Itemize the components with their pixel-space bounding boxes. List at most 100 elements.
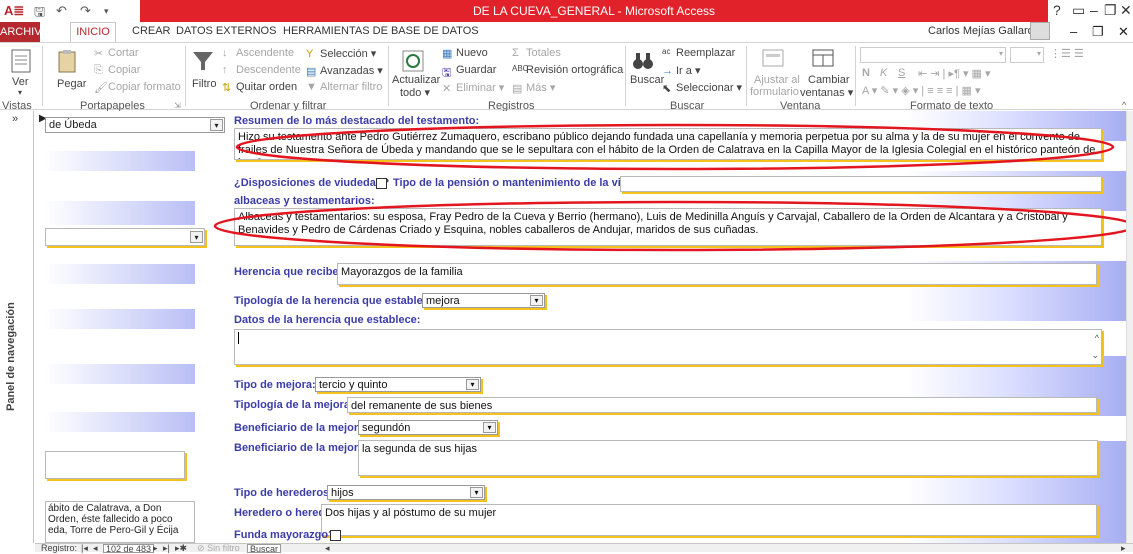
- eliminar-button[interactable]: ✕ Eliminar ▾: [442, 81, 504, 95]
- alternar-filtro-label: Alternar filtro: [320, 81, 383, 93]
- ventanas-label: ventanas ▾: [800, 87, 854, 99]
- tab-herramientas[interactable]: HERRAMIENTAS DE BASE DE DATOS: [283, 25, 479, 37]
- mas-button[interactable]: ▤ Más ▾: [512, 81, 555, 95]
- restore-down-icon[interactable]: –: [1070, 24, 1077, 39]
- underline-button[interactable]: S: [898, 67, 905, 79]
- sort-asc-icon: ↓: [222, 47, 228, 60]
- spelling-icon: ABC: [512, 64, 529, 74]
- cortar-label: Cortar: [108, 47, 139, 59]
- avanzadas-label: Avanzadas: [320, 65, 375, 77]
- filter-icon[interactable]: [190, 48, 216, 74]
- filtro-button[interactable]: Filtro: [192, 78, 216, 90]
- advanced-filter-icon: ▤: [306, 66, 317, 79]
- user-name[interactable]: Carlos Mejías Gallardo: [928, 25, 1040, 37]
- tab-crear[interactable]: CREAR: [132, 25, 171, 37]
- navigation-pane[interactable]: » Panel de navegación: [0, 111, 34, 543]
- italic-button[interactable]: K: [880, 67, 887, 79]
- redo-icon[interactable]: ↷: [80, 3, 91, 19]
- reemplazar-button[interactable]: ac Reemplazar: [662, 47, 735, 59]
- nuevo-button[interactable]: ▦ Nuevo: [442, 47, 488, 61]
- fit-form-icon[interactable]: [760, 46, 786, 72]
- record-navigation-bar: Registro: |◂ ◂ 102 de 483 ▸ ▸| ▸✱ ⊘ Sin …: [35, 543, 1133, 554]
- quitar-orden-label: Quitar orden: [236, 81, 298, 93]
- sum-icon: Σ: [512, 47, 519, 60]
- separator: [185, 46, 186, 106]
- navigation-pane-label: Panel de navegación: [5, 302, 17, 411]
- view-icon[interactable]: [8, 48, 34, 74]
- binoculars-icon[interactable]: [630, 48, 656, 74]
- font-color-icons[interactable]: A ▾ ✎ ▾ ◈ ▾ | ≡ ≡ ≡ | ▦ ▾: [862, 84, 981, 97]
- expand-nav-icon[interactable]: »: [12, 113, 18, 125]
- goto-icon: →: [662, 65, 673, 78]
- reemplazar-label: Reemplazar: [676, 47, 736, 59]
- switch-windows-icon[interactable]: [810, 46, 836, 72]
- revision-button[interactable]: ABCRevisión ortográfica: [512, 64, 623, 76]
- bold-button[interactable]: N: [862, 67, 870, 79]
- undo-icon[interactable]: ↶: [56, 3, 67, 19]
- close-button[interactable]: ✕: [1120, 2, 1132, 19]
- formulario-label: formulario: [750, 86, 799, 98]
- ajustar-button[interactable]: Ajustar al: [754, 74, 800, 86]
- minimize-button[interactable]: –: [1090, 2, 1098, 18]
- access-logo-icon: A≣: [4, 3, 25, 18]
- separator: [388, 46, 389, 106]
- copiar-formato-button[interactable]: 🖌Copiar formato: [94, 81, 181, 94]
- refresh-icon[interactable]: [400, 48, 426, 74]
- ir-a-label: Ir a: [676, 65, 692, 77]
- list-bullets-icon[interactable]: ⋮☰ ☰: [1050, 47, 1084, 60]
- separator: [625, 46, 626, 106]
- cambiar-button[interactable]: Cambiar: [808, 74, 850, 86]
- save-record-icon: 🖫: [442, 67, 452, 80]
- window-title: DE LA CUEVA_GENERAL - Microsoft Access: [140, 0, 1048, 22]
- collapse-ribbon-icon[interactable]: ^: [1122, 100, 1126, 110]
- toggle-filter-icon: ▼: [306, 81, 317, 94]
- select-icon: ⬉: [662, 83, 672, 96]
- ir-a-button[interactable]: → Ir a ▾: [662, 64, 700, 77]
- ribbon-display-icon[interactable]: ▭: [1072, 2, 1085, 19]
- chevron-down-icon: ▾: [1036, 49, 1041, 58]
- buscar-button[interactable]: Buscar: [630, 74, 664, 86]
- new-record-icon: ▦: [442, 48, 453, 61]
- title-bar: A≣ 🖫 ↶ ↷ ▾ DE LA CUEVA_GENERAL - Microso…: [0, 0, 1133, 22]
- annotation-ellipse-albaceas: [213, 200, 1126, 252]
- dialog-launcher-icon[interactable]: ⇲: [174, 101, 181, 110]
- ver-button[interactable]: Ver: [12, 76, 29, 88]
- close-document-icon[interactable]: ✕: [1118, 24, 1129, 40]
- pegar-button[interactable]: Pegar: [57, 78, 86, 90]
- help-button[interactable]: ?: [1053, 2, 1061, 18]
- tab-inicio[interactable]: INICIO: [70, 22, 116, 43]
- copiar-button[interactable]: ⎘ Copiar: [94, 64, 140, 76]
- scissors-icon: ✂: [94, 48, 104, 61]
- font-size-select[interactable]: ▾: [1010, 47, 1044, 63]
- customize-qat-icon[interactable]: ▾: [104, 6, 109, 17]
- totales-button[interactable]: Σ Totales: [512, 47, 561, 59]
- tab-archivo[interactable]: ARCHIVO: [0, 22, 50, 42]
- descendente-button[interactable]: ↑ Descendente: [222, 64, 301, 76]
- maximize-button[interactable]: ❐: [1104, 2, 1117, 19]
- actualizar-button[interactable]: Actualizar: [392, 74, 440, 86]
- todo-text: todo: [400, 87, 422, 99]
- paste-icon[interactable]: [54, 48, 80, 74]
- copiar-formato-label: Copiar formato: [108, 81, 181, 93]
- replace-icon: ac: [662, 47, 671, 57]
- todo-label[interactable]: todo ▾: [400, 86, 430, 99]
- avanzadas-button[interactable]: ▤ Avanzadas ▾: [306, 64, 383, 79]
- indent-icons[interactable]: ⇤ ⇥ | ▸¶ ▾ ▦ ▾: [918, 67, 991, 80]
- user-avatar[interactable]: [1030, 22, 1050, 40]
- tab-datos-externos[interactable]: DATOS EXTERNOS: [176, 25, 276, 37]
- guardar-button[interactable]: 🖫 Guardar: [442, 64, 497, 80]
- ascendente-button[interactable]: ↓ Ascendente: [222, 47, 294, 59]
- alternar-filtro-button[interactable]: ▼ Alternar filtro: [306, 81, 382, 93]
- vertical-scrollbar[interactable]: [1126, 111, 1133, 543]
- ventanas-text: ventanas: [800, 87, 845, 99]
- seleccionar-label: Seleccionar: [676, 82, 734, 94]
- copiar-label: Copiar: [108, 64, 141, 76]
- font-name-select[interactable]: ▾: [860, 47, 1006, 63]
- cortar-button[interactable]: ✂ Cortar: [94, 47, 139, 61]
- quitar-orden-button[interactable]: ⇅ Quitar orden: [222, 81, 298, 94]
- ver-dropdown-icon[interactable]: ▾: [18, 88, 22, 97]
- seleccion-button[interactable]: Y Selección ▾: [306, 47, 376, 60]
- restore-icon[interactable]: ❐: [1092, 24, 1104, 40]
- seleccionar-button[interactable]: ⬉ Seleccionar ▾: [662, 81, 742, 96]
- guardar-label: Guardar: [456, 64, 497, 76]
